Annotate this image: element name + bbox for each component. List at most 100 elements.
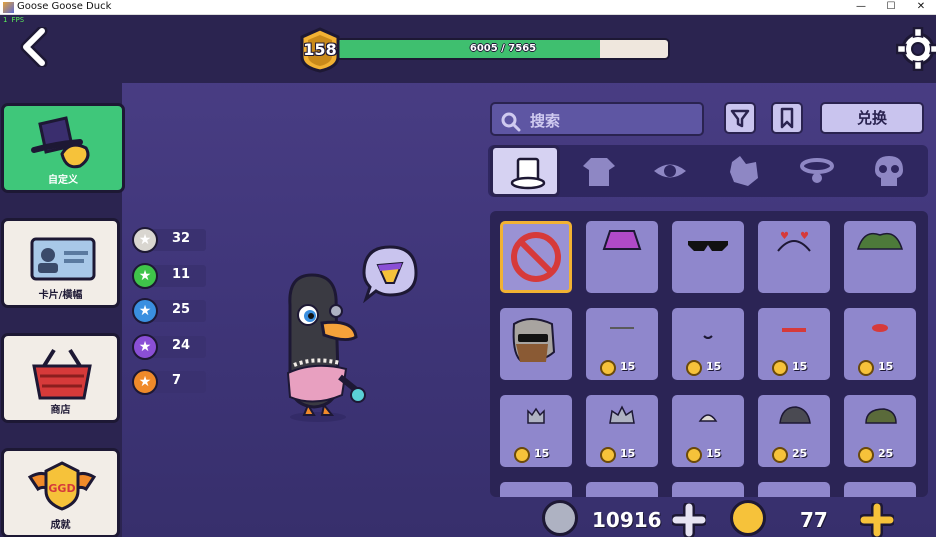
- add-silver-plus-icon[interactable]: [672, 503, 706, 537]
- item-price: 15: [706, 360, 722, 373]
- item-price: 15: [620, 447, 636, 460]
- gold-coin-icon: [730, 500, 766, 536]
- nav-shop[interactable]: 商店: [1, 333, 120, 423]
- item-price: 25: [878, 447, 894, 460]
- currency-bar: 10916 77: [538, 500, 936, 537]
- maximize-button[interactable]: ☐: [876, 0, 906, 14]
- nav-customize[interactable]: 自定义: [1, 103, 125, 193]
- gold-coin-icon: [514, 447, 530, 463]
- gray-hair-beard-icon: [512, 318, 556, 362]
- nav-shop-label: 商店: [50, 405, 71, 416]
- star-counter-orange: ★ 7: [132, 369, 206, 395]
- tab-outfits[interactable]: [564, 145, 634, 197]
- fps-counter: 1 FPS: [3, 16, 25, 24]
- svg-text:♥: ♥: [800, 231, 809, 242]
- item-cell[interactable]: 15: [672, 308, 744, 380]
- item-cell[interactable]: [672, 482, 744, 497]
- item-price: 25: [792, 447, 808, 460]
- eye-icon: [654, 164, 686, 178]
- item-cell[interactable]: [758, 482, 830, 497]
- star-count: 11: [172, 267, 191, 282]
- green-star-icon: ★: [132, 263, 158, 289]
- gold-coin-icon: [772, 360, 788, 376]
- shopping-basket-icon: [32, 348, 92, 400]
- game-screen: 1 FPS 6005 / 7565 158 自定义 卡片/横幅 商店 GGD 成…: [0, 15, 936, 537]
- item-price: 15: [620, 360, 636, 373]
- settings-gear-icon[interactable]: [896, 27, 936, 71]
- item-cell[interactable]: 15: [758, 308, 830, 380]
- nav-achievements[interactable]: GGD 成就: [1, 448, 120, 537]
- filter-funnel-icon: [730, 109, 750, 128]
- window-titlebar: Goose Goose Duck — ☐ ✕: [0, 0, 936, 15]
- item-cell[interactable]: [844, 482, 916, 497]
- pixel-sunglasses-icon: [688, 241, 728, 251]
- star-count: 24: [172, 338, 191, 353]
- silver-crown-icon: [527, 407, 545, 424]
- level-number: 158: [303, 40, 337, 59]
- purple-bucket-hat-icon: [602, 230, 642, 250]
- emote-speech-bubble-icon[interactable]: [360, 243, 420, 303]
- close-button[interactable]: ✕: [906, 0, 936, 14]
- item-none[interactable]: [500, 221, 572, 293]
- item-cell[interactable]: [844, 221, 916, 293]
- item-cell[interactable]: ♥ ♥: [758, 221, 830, 293]
- item-cell[interactable]: 15: [844, 308, 916, 380]
- level-progress-bar: 6005 / 7565: [336, 38, 670, 60]
- item-cell[interactable]: 25: [844, 395, 916, 467]
- orange-star-icon: ★: [132, 369, 158, 395]
- item-price: 15: [878, 360, 894, 373]
- back-arrow-icon[interactable]: [18, 27, 58, 67]
- star-count: 25: [172, 302, 191, 317]
- app-icon: [3, 2, 14, 13]
- item-cell[interactable]: 15: [672, 395, 744, 467]
- item-cell[interactable]: 25: [758, 395, 830, 467]
- item-cell[interactable]: 15: [586, 308, 658, 380]
- gold-coin-icon: [858, 447, 874, 463]
- item-grid: ♥ ♥ 15 15 15 15 15 15 15 25 25: [490, 211, 928, 497]
- bookmark-button[interactable]: [771, 102, 803, 134]
- silver-tiara-icon: [609, 405, 635, 424]
- tab-hats[interactable]: [490, 145, 560, 197]
- collar-icon: [800, 158, 834, 183]
- tab-pets[interactable]: [709, 145, 779, 197]
- star-count: 7: [172, 373, 182, 388]
- small-accessory-icon: [610, 327, 634, 329]
- heart-headband-icon: ♥ ♥: [777, 231, 811, 252]
- item-cell[interactable]: [586, 482, 658, 497]
- minimize-button[interactable]: —: [846, 0, 876, 14]
- bookmark-icon: [780, 107, 794, 129]
- item-cell[interactable]: [672, 221, 744, 293]
- svg-text:♥: ♥: [780, 231, 789, 242]
- item-cell[interactable]: 15: [500, 395, 572, 467]
- gold-balance: 77: [800, 508, 828, 532]
- nav-achievements-label: 成就: [50, 520, 71, 531]
- level-progress-text: 6005 / 7565: [469, 43, 537, 54]
- red-mouth-icon: [782, 328, 806, 332]
- star-counter-blue: ★ 25: [132, 298, 206, 324]
- gold-coin-icon: [600, 447, 616, 463]
- gold-coin-icon: [772, 447, 788, 463]
- pet-icon: [730, 156, 758, 186]
- nav-customize-label: 自定义: [48, 175, 78, 186]
- add-gold-plus-icon[interactable]: [860, 503, 894, 537]
- gold-coin-icon: [686, 447, 702, 463]
- nav-cards-banners[interactable]: 卡片/横幅: [1, 218, 120, 308]
- dark-helmet-icon: [779, 406, 811, 424]
- purple-star-icon: ★: [132, 334, 158, 360]
- item-cell[interactable]: 15: [586, 395, 658, 467]
- item-cell[interactable]: [586, 221, 658, 293]
- ggd-badge-icon: GGD: [27, 461, 97, 511]
- tab-skulls[interactable]: [854, 145, 924, 197]
- tab-collars[interactable]: [782, 145, 852, 197]
- search-input[interactable]: 搜索: [490, 102, 704, 136]
- id-card-icon: [30, 237, 96, 281]
- redeem-button[interactable]: 兑换: [820, 102, 924, 134]
- filter-button[interactable]: [724, 102, 756, 134]
- tab-eyes[interactable]: [635, 145, 705, 197]
- hat-icon: [510, 157, 546, 190]
- item-price: 15: [792, 360, 808, 373]
- no-item-icon: [511, 232, 561, 282]
- item-cell[interactable]: [500, 482, 572, 497]
- svg-text:GGD: GGD: [48, 482, 75, 495]
- item-cell[interactable]: [500, 308, 572, 380]
